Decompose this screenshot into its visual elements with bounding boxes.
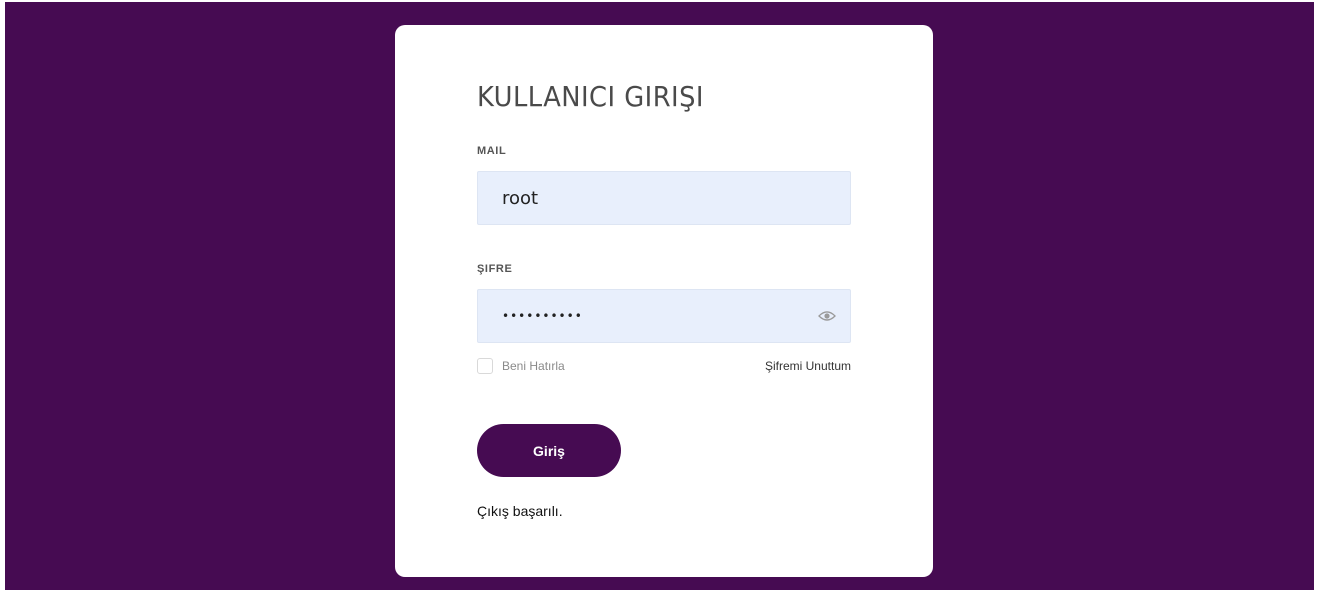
mail-input[interactable] (478, 172, 850, 224)
password-label: ŞIFRE (477, 263, 513, 275)
status-message: Çıkış başarılı. (477, 503, 563, 519)
login-card: KULLANICI GIRIŞI MAIL ŞIFRE Beni Hatırla… (395, 25, 933, 577)
remember-checkbox[interactable] (477, 358, 493, 374)
password-input[interactable] (478, 290, 850, 342)
remember-label: Beni Hatırla (502, 359, 565, 373)
password-field-container (477, 289, 851, 343)
eye-icon[interactable] (818, 309, 836, 323)
mail-label: MAIL (477, 145, 507, 157)
forgot-password-link[interactable]: Şifremi Unuttum (765, 359, 851, 373)
page-background: KULLANICI GIRIŞI MAIL ŞIFRE Beni Hatırla… (5, 2, 1314, 590)
login-button[interactable]: Giriş (477, 424, 621, 477)
mail-field-container (477, 171, 851, 225)
login-title: KULLANICI GIRIŞI (477, 80, 704, 113)
remember-me[interactable]: Beni Hatırla (477, 358, 565, 374)
